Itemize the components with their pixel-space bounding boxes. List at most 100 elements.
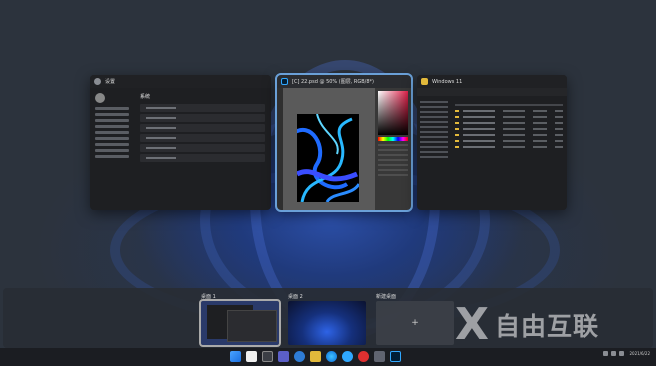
nav-line <box>420 101 448 103</box>
settings-row <box>140 104 265 112</box>
clock-date: 2021/6/22 <box>629 351 650 356</box>
sidebar-line <box>95 113 129 116</box>
settings-main: 系统 <box>134 88 271 210</box>
nav-line <box>420 146 448 148</box>
chrome-icon[interactable] <box>342 351 353 362</box>
settings-row <box>140 124 265 132</box>
app-icon[interactable] <box>358 351 369 362</box>
edge-icon[interactable] <box>326 351 337 362</box>
nav-line <box>420 151 448 153</box>
color-picker <box>378 91 408 135</box>
list-item <box>455 134 563 136</box>
explorer-toolbar <box>417 88 567 96</box>
sidebar-line <box>95 125 129 128</box>
hue-slider <box>378 137 408 141</box>
panel-line <box>378 154 408 156</box>
nav-line <box>420 116 448 118</box>
abstract-swirl-image <box>297 114 359 202</box>
list-item <box>455 146 563 148</box>
settings-row <box>140 144 265 152</box>
window-titlebar: 设置 <box>90 75 271 88</box>
panel-line <box>378 174 408 176</box>
list-item <box>455 110 563 112</box>
task-view-window-explorer[interactable]: Windows 11 <box>417 75 567 210</box>
settings-row <box>140 134 265 142</box>
watermark-text: 自由互联 <box>494 312 599 341</box>
panel-line <box>378 169 408 171</box>
photoshop-icon[interactable] <box>390 351 401 362</box>
avatar <box>95 93 105 103</box>
explorer-file-list <box>451 96 567 210</box>
panel-line <box>378 159 408 161</box>
settings-row <box>140 154 265 162</box>
ps-color-panel <box>375 88 411 210</box>
sidebar-line <box>95 149 129 152</box>
watermark-logo: X <box>455 299 489 350</box>
settings-sidebar <box>90 88 134 210</box>
settings-page-title: 系统 <box>140 94 151 100</box>
widgets-icon[interactable] <box>278 351 289 362</box>
panel-line <box>378 144 408 146</box>
sidebar-line <box>95 131 129 134</box>
taskbar-icons <box>230 351 401 362</box>
nav-line <box>420 106 448 108</box>
nav-line <box>420 131 448 133</box>
window-title: [C] 22.psd @ 50% (图层, RGB/8*) <box>292 79 374 85</box>
chat-icon[interactable] <box>294 351 305 362</box>
desktop-1-thumbnail[interactable] <box>199 299 281 347</box>
start-icon[interactable] <box>230 351 241 362</box>
list-item <box>455 122 563 124</box>
settings-gear-icon[interactable] <box>374 351 385 362</box>
explorer-preview <box>417 96 567 210</box>
sidebar-line <box>95 143 129 146</box>
list-item <box>455 128 563 130</box>
clock[interactable]: 2021/6/22 <box>629 351 650 356</box>
task-view-window-settings[interactable]: 设置 系统 <box>90 75 271 210</box>
explorer-sidebar <box>417 96 451 210</box>
list-item <box>455 140 563 142</box>
nav-line <box>420 156 448 158</box>
photoshop-preview <box>277 88 411 210</box>
panel-line <box>378 164 408 166</box>
panel-line <box>378 149 408 151</box>
new-desktop-label: 新建桌面 <box>376 294 397 300</box>
sidebar-line <box>95 107 129 110</box>
new-desktop-button[interactable]: + <box>376 301 454 345</box>
taskbar: 2021/6/22 <box>0 348 656 366</box>
volume-icon[interactable] <box>619 351 625 356</box>
system-tray: 2021/6/22 <box>603 351 650 356</box>
settings-preview: 系统 <box>90 88 271 210</box>
sidebar-line <box>95 155 129 158</box>
network-icon[interactable] <box>611 351 617 356</box>
desktop-2-label: 桌面 2 <box>288 294 303 300</box>
plus-icon: + <box>411 318 419 328</box>
folder-icon <box>421 78 428 85</box>
ps-document-image <box>297 114 359 202</box>
list-item <box>455 116 563 118</box>
ps-canvas <box>283 88 375 210</box>
sidebar-line <box>95 137 129 140</box>
nav-line <box>420 136 448 138</box>
task-view-icon[interactable] <box>262 351 273 362</box>
settings-row <box>140 114 265 122</box>
nav-line <box>420 126 448 128</box>
nav-line <box>420 121 448 123</box>
settings-gear-icon <box>94 78 101 85</box>
desktop-2-thumbnail[interactable] <box>288 301 366 345</box>
nav-line <box>420 111 448 113</box>
file-list-header <box>455 104 563 106</box>
task-view-window-photoshop[interactable]: [C] 22.psd @ 50% (图层, RGB/8*) <box>275 73 413 212</box>
window-titlebar: Windows 11 <box>417 75 567 88</box>
chevron-up-icon[interactable] <box>603 351 609 356</box>
search-icon[interactable] <box>246 351 257 362</box>
nav-line <box>420 141 448 143</box>
mini-window <box>227 310 277 342</box>
window-title: Windows 11 <box>432 78 463 85</box>
watermark: X 自由互联 <box>455 300 645 350</box>
file-explorer-icon[interactable] <box>310 351 321 362</box>
desktop-1-label: 桌面 1 <box>201 294 216 300</box>
window-titlebar: [C] 22.psd @ 50% (图层, RGB/8*) <box>277 75 411 88</box>
photoshop-icon <box>281 78 288 85</box>
sidebar-line <box>95 119 129 122</box>
window-title: 设置 <box>105 79 116 85</box>
